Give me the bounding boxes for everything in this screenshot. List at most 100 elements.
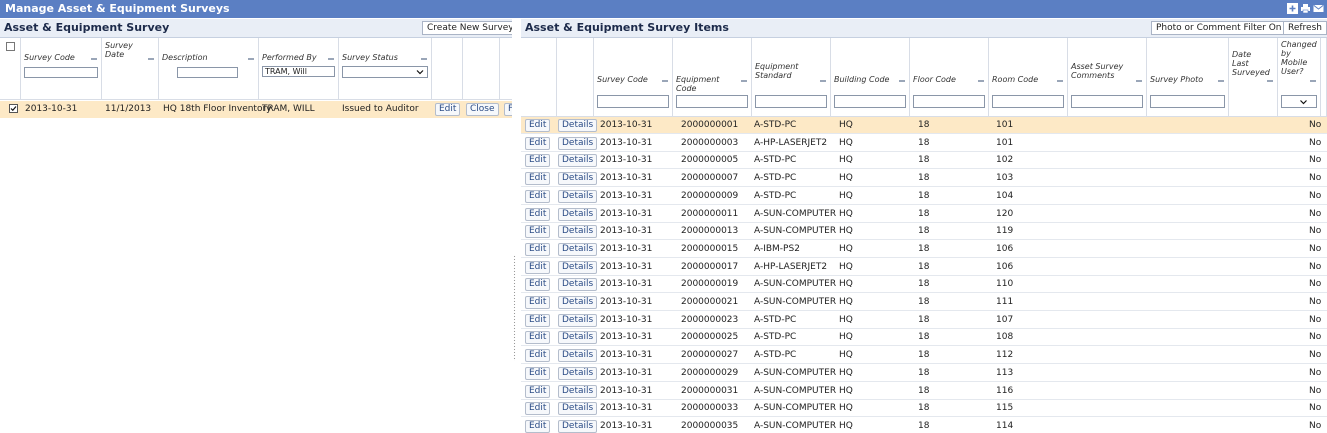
details-item-button[interactable]: Details [558,189,598,203]
sort-icon[interactable] [820,80,826,82]
survey-item-row[interactable]: Edit Details 2013-10-31 2000000033 A-SUN-COM… [521,400,1327,418]
sort-icon[interactable] [1310,80,1316,82]
survey-item-row[interactable]: Edit Details 2013-10-31 2000000017 A-HP-LASE… [521,259,1327,276]
details-item-button[interactable]: Details [558,119,598,132]
sort-icon[interactable] [421,58,427,60]
close-survey-button[interactable]: Close [466,103,499,116]
email-icon[interactable] [1313,3,1324,14]
edit-item-button[interactable]: Edit [525,172,551,186]
sort-icon[interactable] [248,58,254,60]
room-code-filter[interactable] [992,95,1064,108]
sort-icon[interactable] [91,58,97,60]
edit-item-button[interactable]: Edit [525,402,551,416]
survey-item-row[interactable]: Edit Details 2013-10-31 2000000035 A-SUN-COM… [521,418,1327,433]
building-code-filter[interactable] [834,95,906,108]
survey-photo-filter[interactable] [1150,95,1225,108]
details-item-button[interactable]: Details [558,260,598,274]
details-item-button[interactable]: Details [558,225,598,239]
description-filter[interactable] [177,67,238,78]
print-icon[interactable] [1300,3,1311,14]
edit-item-button[interactable]: Edit [525,331,551,345]
floor-code-filter[interactable] [913,95,985,108]
column-date-last-surveyed[interactable]: Date Last Surveyed [1229,38,1278,117]
column-changed-by-mobile[interactable]: Changed by Mobile User? [1278,38,1321,117]
equipment-code-filter[interactable] [676,95,748,108]
survey-status-select[interactable] [342,66,428,78]
details-item-button[interactable]: Details [558,172,598,186]
survey-item-row[interactable]: Edit Details 2013-10-31 2000000015 A-IBM-PS2… [521,241,1327,258]
sort-icon[interactable] [328,58,334,60]
photo-comment-filter-button[interactable]: Photo or Comment Filter On [1151,21,1287,35]
edit-item-button[interactable]: Edit [525,349,551,363]
select-all-checkbox[interactable] [6,42,15,51]
survey-item-row[interactable]: Edit Details 2013-10-31 2000000021 A-SUN-COM… [521,294,1327,311]
edit-item-button[interactable]: Edit [525,278,551,292]
column-survey-date[interactable]: Survey Date [102,38,159,100]
edit-item-button[interactable]: Edit [525,384,551,398]
details-item-button[interactable]: Details [558,154,598,168]
column-equipment-standard[interactable]: Equipment Standard [752,38,831,117]
survey-item-row[interactable]: Edit Details 2013-10-31 2000000007 A-STD-PC H… [521,170,1327,188]
details-item-button[interactable]: Details [558,331,598,345]
column-building-code[interactable]: Building Code [831,38,910,117]
survey-item-row[interactable]: Edit Details 2013-10-31 2000000009 A-STD-PC H… [521,188,1327,205]
edit-item-button[interactable]: Edit [525,313,551,327]
refresh-button[interactable]: Refresh [1283,21,1327,35]
sort-icon[interactable] [662,80,668,82]
survey-code-filter[interactable] [24,67,98,78]
survey-item-row[interactable]: Edit Details 2013-10-31 2000000003 A-HP-LASE… [521,135,1327,152]
survey-item-row[interactable]: Edit Details 2013-10-31 2000000023 A-STD-PC H… [521,312,1327,329]
survey-item-row[interactable]: Edit Details 2013-10-31 2000000025 A-STD-PC H… [521,329,1327,347]
survey-item-row[interactable]: Edit Details 2013-10-31 2000000013 A-SUN-COM… [521,223,1327,241]
sort-icon[interactable] [1057,80,1063,82]
details-item-button[interactable]: Details [558,296,598,309]
column-equipment-code[interactable]: Equipment Code [673,38,752,117]
details-item-button[interactable]: Details [558,402,598,416]
details-item-button[interactable]: Details [558,278,598,292]
details-item-button[interactable]: Details [558,313,598,327]
survey-row[interactable]: 2013-10-31 11/1/2013 HQ 18th Floor Inven… [0,101,512,118]
survey-item-row[interactable]: Edit Details 2013-10-31 2000000019 A-SUN-COM… [521,276,1327,294]
sort-icon[interactable] [978,80,984,82]
survey-item-row[interactable]: Edit Details 2013-10-31 2000000029 A-SUN-COM… [521,365,1327,382]
details-item-button[interactable]: Details [558,136,598,150]
sort-icon[interactable] [1136,80,1142,82]
edit-survey-button[interactable]: Edit [435,103,461,116]
details-item-button[interactable]: Details [558,242,598,256]
sort-icon[interactable] [148,58,154,60]
survey-item-row[interactable]: Edit Details 2013-10-31 2000000005 A-STD-PC H… [521,152,1327,170]
column-performed-by[interactable]: Performed By TRAM, Will [259,38,339,100]
column-asset-survey-comments[interactable]: Asset Survey Comments [1068,38,1147,117]
row-checkbox-checked-icon[interactable] [9,104,18,113]
sort-icon[interactable] [1267,80,1273,82]
survey-item-row[interactable]: Edit Details 2013-10-31 2000000027 A-STD-PC H… [521,347,1327,365]
column-description[interactable]: Description [159,38,259,100]
details-item-button[interactable]: Details [558,384,598,398]
edit-item-button[interactable]: Edit [525,242,551,256]
edit-item-button[interactable]: Edit [525,225,551,239]
panel-splitter-handle[interactable] [513,255,516,361]
survey-item-row[interactable]: Edit Details 2013-10-31 2000000031 A-SUN-COM… [521,383,1327,400]
performed-by-filter[interactable]: TRAM, Will [262,66,335,77]
extra-action-button[interactable]: F [504,103,512,116]
column-room-code[interactable]: Room Code [989,38,1068,117]
edit-item-button[interactable]: Edit [525,366,551,380]
edit-item-button[interactable]: Edit [525,207,551,221]
details-item-button[interactable]: Details [558,366,598,380]
column-survey-status[interactable]: Survey Status [339,38,432,100]
edit-item-button[interactable]: Edit [525,419,551,433]
edit-item-button[interactable]: Edit [525,136,551,150]
details-item-button[interactable]: Details [558,419,598,433]
equipment-standard-filter[interactable] [755,95,827,108]
details-item-button[interactable]: Details [558,207,598,221]
edit-item-button[interactable]: Edit [525,154,551,168]
details-item-button[interactable]: Details [558,349,598,363]
sort-icon[interactable] [899,80,905,82]
survey-code-filter[interactable] [597,95,669,108]
column-survey-code[interactable]: Survey Code [21,38,102,100]
column-survey-code[interactable]: Survey Code [594,38,673,117]
sort-icon[interactable] [1218,80,1224,82]
survey-item-row[interactable]: Edit Details 2013-10-31 2000000011 A-SUN-COM… [521,206,1327,223]
column-survey-photo[interactable]: Survey Photo [1147,38,1229,117]
asset-survey-comments-filter[interactable] [1071,95,1143,108]
